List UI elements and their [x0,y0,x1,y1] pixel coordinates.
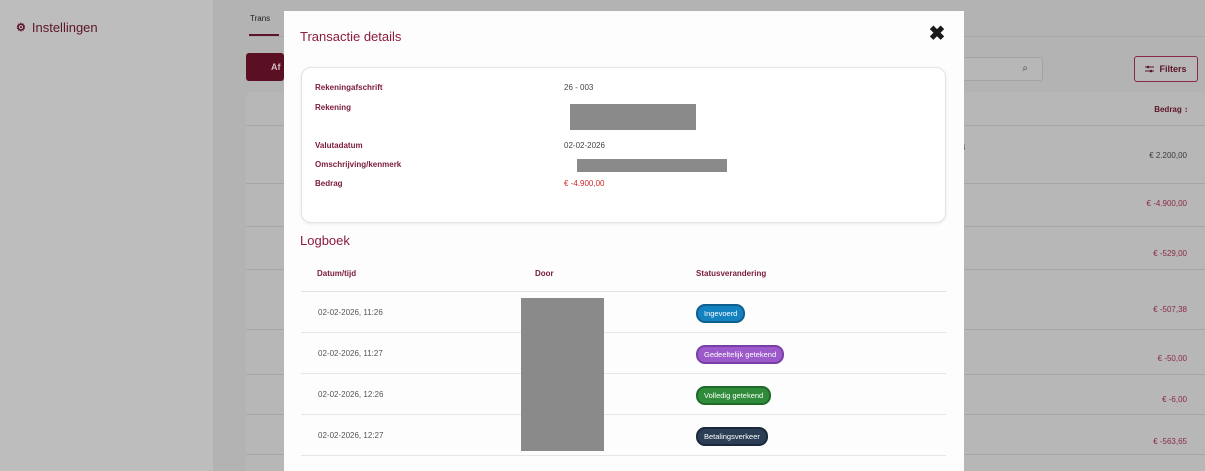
redacted-description [577,159,727,172]
log-row: 02-02-2026, 12:26 Volledig getekend [301,374,946,415]
log-datetime: 02-02-2026, 11:26 [318,308,383,317]
transaction-detail-card: Rekeningafschrift 26 - 003 Rekening Valu… [301,67,946,223]
sidebar: ⚙ Instellingen [0,0,213,471]
detail-label-omschrijving: Omschrijving/kenmerk [315,160,402,169]
detail-label-valutadatum: Valutadatum [315,141,363,150]
filters-button[interactable]: Filters [1134,56,1198,82]
log-header-datetime: Datum/tijd [317,269,357,278]
status-badge-volledig-getekend: Volledig getekend [696,386,772,405]
status-badge-betalingsverkeer: Betalingsverkeer [696,427,768,446]
table-cell-amount: € -563,65 [1153,437,1187,446]
detail-value-bedrag: € -4.900,00 [564,179,605,188]
table-cell-amount: € -6,00 [1162,395,1187,404]
log-header-status: Statusverandering [696,269,767,278]
sidebar-item-instellingen[interactable]: ⚙ Instellingen [16,20,98,35]
detail-label-rekeningafschrift: Rekeningafschrift [315,83,383,92]
table-cell-amount: € -50,00 [1157,354,1187,363]
table-cell-amount: € -4.900,00 [1146,199,1187,208]
tab-transacties[interactable]: Trans [250,14,270,23]
log-row: 02-02-2026, 11:26 Ingevoerd [301,292,946,333]
status-badge-gedeeltelijk-getekend: Gedeeltelijk getekend [696,345,785,364]
primary-action-button[interactable]: Af [246,53,284,81]
log-row: 02-02-2026, 11:27 Gedeeltelijk getekend [301,333,946,374]
gear-icon: ⚙ [16,22,26,34]
log-header-door: Door [535,269,554,278]
detail-value-rekeningafschrift: 26 - 003 [564,83,594,92]
log-datetime: 02-02-2026, 11:27 [318,349,383,358]
filters-label: Filters [1159,64,1187,74]
log-datetime: 02-02-2026, 12:26 [318,390,384,399]
detail-label-bedrag: Bedrag [315,179,343,188]
close-icon[interactable]: ✖ [926,23,948,45]
search-icon: ⌕ [1022,63,1028,74]
filter-icon [1145,65,1155,73]
status-badge-ingevoerd: Ingevoerd [696,304,746,323]
detail-label-rekening: Rekening [315,103,352,112]
detail-value-valutadatum: 02-02-2026 [564,141,605,150]
log-row: 02-02-2026, 12:27 Betalingsverkeer [301,415,946,456]
logbook-title: Logboek [300,233,350,248]
table-cell-amount: € -529,00 [1153,249,1187,258]
modal-title: Transactie details [300,29,402,44]
table-cell-amount: € 2.200,00 [1149,151,1187,160]
redacted-account-number [570,104,696,130]
table-cell-amount: € -507,38 [1153,305,1187,314]
log-datetime: 02-02-2026, 12:27 [318,431,384,440]
column-header-bedrag[interactable]: Bedrag ↕ [1154,105,1188,114]
sidebar-item-label: Instellingen [31,20,98,35]
transaction-details-modal: Transactie details ✖ Rekeningafschrift 2… [284,11,964,471]
redacted-user-column [521,298,604,451]
